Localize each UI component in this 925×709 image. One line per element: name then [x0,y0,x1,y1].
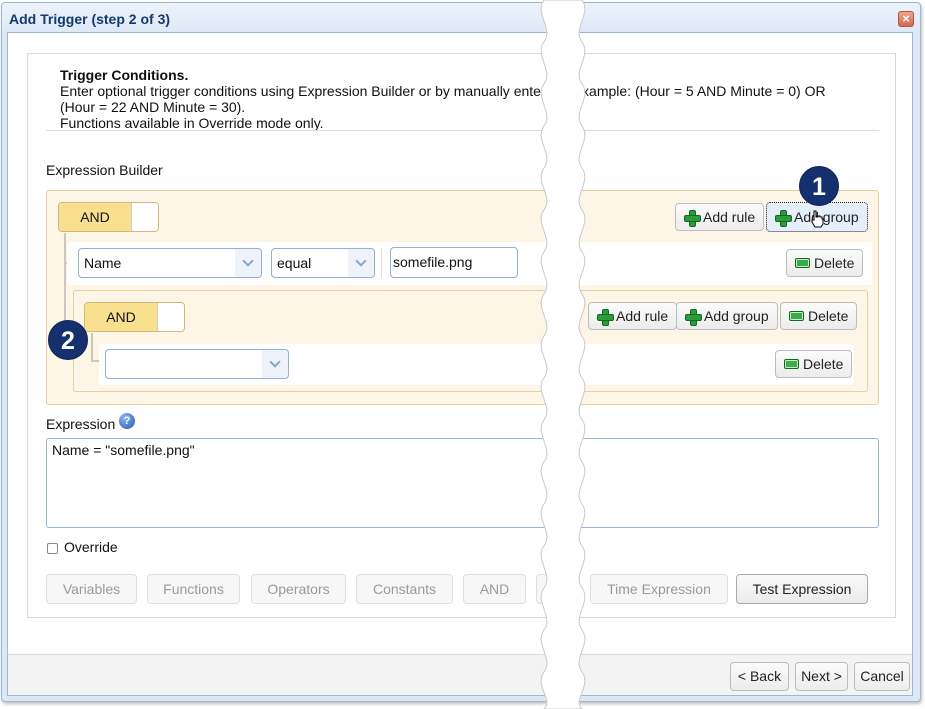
chevron-down-icon[interactable] [235,249,261,277]
subgroup-delete-button[interactable]: Delete [780,302,858,330]
operators-button[interactable]: Operators [251,574,346,604]
subgroup: AND Add rule Add group Delete Delete [73,290,868,392]
dialog-titlebar[interactable]: Add Trigger (step 2 of 3) × [2,3,920,35]
divider [46,130,879,131]
dialog-title: Add Trigger (step 2 of 3) [9,11,171,27]
root-conjunction-toggle[interactable]: AND [58,202,159,232]
subgroup-rule-field-select[interactable] [105,349,289,379]
subgroup-add-rule-button[interactable]: Add rule [588,302,678,330]
tree-connector [91,333,93,362]
delete-label: Delete [803,356,844,372]
cancel-button[interactable]: Cancel [854,662,910,691]
plus-icon [685,308,702,326]
dialog-footer: < Back Next > Cancel [7,654,913,696]
subgroup-conjunction-toggle[interactable]: AND [84,302,185,332]
subgroup-add-group-button[interactable]: Add group [676,302,778,330]
override-checkbox[interactable] [47,543,58,554]
minus-icon [795,258,810,268]
rule-operator-value: equal [277,255,312,271]
trigger-conditions-panel: Trigger Conditions. Enter optional trigg… [27,53,896,618]
intro-line1: Enter optional trigger conditions using … [60,83,860,99]
annotation-badge-2: 2 [48,320,88,360]
override-label[interactable]: Override [64,539,118,555]
root-rule-group: AND Add rule Add group Name equal somefi… [46,190,879,405]
intro-text: Trigger Conditions. Enter optional trigg… [60,67,860,131]
hand-cursor-icon [811,210,824,228]
variables-button[interactable]: Variables [46,574,137,604]
rule-field-value: Name [84,255,122,271]
annotation-badge-1: 1 [799,166,839,206]
add-group-label: Add group [794,209,859,225]
delete-label: Delete [808,308,849,324]
plus-icon [684,209,701,227]
expression-builder-label: Expression Builder [46,162,163,178]
back-button[interactable]: < Back [730,662,789,691]
intro-heading: Trigger Conditions. [60,67,189,83]
chevron-down-icon[interactable] [348,249,374,277]
add-rule-label: Add rule [703,209,756,225]
root-rule-delete-button[interactable]: Delete [786,249,864,277]
expression-textarea[interactable]: Name = "somefile.png" [46,438,879,528]
test-expression-button[interactable]: Test Expression [736,574,868,604]
add-rule-label: Add rule [616,308,669,324]
delete-label: Delete [814,255,855,271]
minus-icon [784,359,799,369]
next-button[interactable]: Next > [795,662,848,691]
chevron-down-icon[interactable] [262,350,288,378]
dialog-body: Trigger Conditions. Enter optional trigg… [7,32,913,654]
minus-icon [789,311,804,321]
expression-label: Expression [46,416,116,432]
root-rule-row: Name equal somefile.png Delete [67,242,872,285]
subgroup-rule-row: Delete [99,344,854,385]
intro-line2: (Hour = 22 AND Minute = 30). [60,99,246,115]
rule-field-select[interactable]: Name [78,248,262,278]
intro-line1-left: Enter optional trigger conditions using … [60,83,541,99]
and-button[interactable]: AND [463,574,526,604]
root-add-rule-button[interactable]: Add rule [675,203,765,231]
or-option[interactable] [131,203,158,231]
rule-operator-select[interactable]: equal [271,248,375,278]
time-expression-button[interactable]: Time Expression [590,574,728,604]
plus-icon [597,308,614,326]
close-icon[interactable]: × [898,11,914,27]
intro-line3: Functions available in Override mode onl… [60,115,324,131]
rule-value-input[interactable]: somefile.png [390,247,518,278]
constants-button[interactable]: Constants [356,574,453,604]
or-button[interactable] [536,574,576,604]
functions-button[interactable]: Functions [147,574,240,604]
add-group-label: Add group [704,308,769,324]
plus-icon [775,209,792,227]
subgroup-rule-delete-button[interactable]: Delete [775,350,853,378]
and-option[interactable]: AND [59,203,131,231]
or-option[interactable] [157,303,184,331]
and-option[interactable]: AND [85,303,157,331]
intro-line1-right: . Example: (Hour = 5 AND Minute = 0) OR [564,83,826,99]
help-icon[interactable]: ? [119,413,135,429]
divider [381,248,382,278]
